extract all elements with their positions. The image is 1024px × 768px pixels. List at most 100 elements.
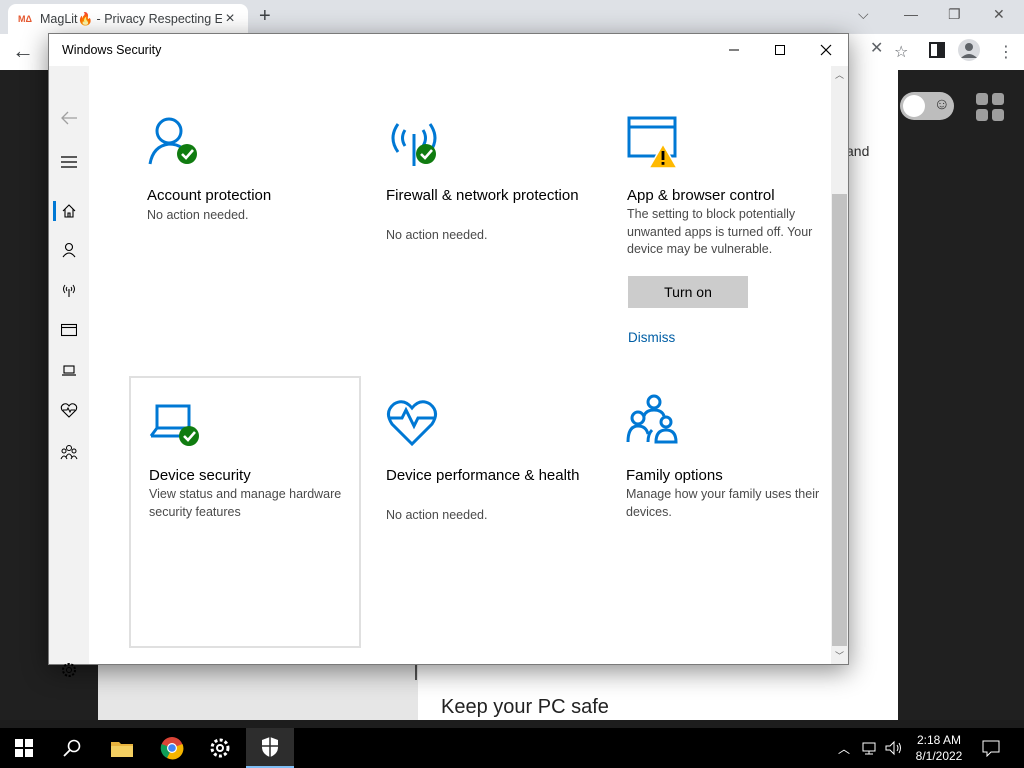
smiley-icon: ☺ <box>933 96 950 113</box>
nav-menu-button[interactable] <box>49 144 89 180</box>
keep-pc-safe-heading: Keep your PC safe <box>441 696 609 718</box>
gear-icon <box>210 738 230 758</box>
nav-device-performance[interactable] <box>49 392 89 428</box>
browser-menu-icon[interactable]: ⋮ <box>998 42 1014 62</box>
chrome-button[interactable] <box>148 728 196 768</box>
tile-title: Firewall & network protection <box>386 187 579 204</box>
gear-icon <box>62 663 76 677</box>
minimize-button[interactable] <box>711 34 757 66</box>
scroll-up-icon[interactable]: ︿ <box>831 66 848 83</box>
security-at-a-glance: Account protection No action needed. Fir… <box>89 66 841 664</box>
maglit-favicon-icon: MΔ <box>18 14 32 24</box>
family-icon <box>60 445 78 460</box>
taskbar: ︿ 2:18 AM 8/1/2022 <box>0 728 1024 768</box>
side-panel-icon[interactable] <box>929 42 945 63</box>
network-icon[interactable] <box>862 728 880 768</box>
tile-device-performance[interactable]: Device performance & health No action ne… <box>368 376 600 648</box>
new-tab-icon[interactable]: + <box>259 5 271 28</box>
browser-minimize-icon[interactable]: — <box>904 6 918 22</box>
nav-account-protection[interactable] <box>49 232 89 268</box>
nav-family-options[interactable] <box>49 434 89 470</box>
tile-app-browser-control[interactable]: App & browser control The setting to blo… <box>609 96 841 368</box>
bookmark-star-icon[interactable]: ☆ <box>894 42 908 62</box>
window-title: Windows Security <box>62 43 162 57</box>
browser-close-icon[interactable]: ✕ <box>993 6 1005 23</box>
folder-icon <box>111 742 133 757</box>
tile-account-protection[interactable]: Account protection No action needed. <box>129 96 361 368</box>
maximize-icon <box>775 45 785 55</box>
apps-grid-icon[interactable] <box>976 93 1004 121</box>
volume-icon[interactable] <box>885 728 903 768</box>
search-icon <box>63 739 81 757</box>
laptop-icon <box>62 365 76 376</box>
start-button[interactable] <box>0 728 48 768</box>
dismiss-link[interactable]: Dismiss <box>628 330 675 345</box>
tile-firewall-network[interactable]: Firewall & network protection No action … <box>368 96 600 368</box>
file-explorer-button[interactable] <box>98 728 146 768</box>
theme-toggle[interactable]: ☺ <box>900 92 954 120</box>
turn-on-button[interactable]: Turn on <box>628 276 748 308</box>
nav-device-security[interactable] <box>49 352 89 388</box>
back-arrow-icon <box>61 111 77 125</box>
clock-date: 8/1/2022 <box>915 749 963 763</box>
app-window-icon <box>61 323 77 337</box>
close-icon <box>820 44 832 56</box>
tile-device-security[interactable]: Device security View status and manage h… <box>129 376 361 648</box>
heart-pulse-icon <box>60 403 78 418</box>
nav-firewall[interactable] <box>49 272 89 308</box>
page-sidebar-block <box>98 664 418 720</box>
nav-sidebar <box>49 66 89 677</box>
tile-desc: No action needed. <box>147 208 249 222</box>
toggle-knob <box>903 95 925 117</box>
device-performance-icon <box>387 400 437 447</box>
settings-button[interactable] <box>196 728 244 768</box>
family-options-icon <box>626 394 678 444</box>
chevron-down-icon[interactable]: ⌵ <box>858 6 869 23</box>
show-hidden-icons[interactable]: ︿ <box>838 728 850 768</box>
tile-desc: The setting to block potentially unwante… <box>627 207 813 256</box>
tile-title: Family options <box>626 467 723 484</box>
scroll-down-icon[interactable]: ﹀ <box>831 647 848 664</box>
nav-back-button[interactable] <box>49 100 89 136</box>
nav-app-browser[interactable] <box>49 312 89 348</box>
browser-tab-bar: MΔ MagLit🔥 - Privacy Respecting Er × + ⌵… <box>0 0 1024 34</box>
shield-icon <box>262 737 278 757</box>
tile-desc: View status and manage hardware security… <box>149 487 342 519</box>
search-button[interactable] <box>48 728 96 768</box>
tile-family-options[interactable]: Family options Manage how your family us… <box>608 376 840 648</box>
windows-security-window: Windows Security Account protection No a… <box>48 33 849 677</box>
profile-avatar-icon[interactable] <box>958 39 980 66</box>
close-banner-icon[interactable]: ✕ <box>870 38 883 58</box>
nav-settings[interactable] <box>49 652 89 688</box>
antenna-icon <box>63 284 75 297</box>
device-security-icon <box>149 404 199 446</box>
maximize-button[interactable] <box>757 34 803 66</box>
tile-title: Device performance & health <box>386 467 580 484</box>
clock-time: 2:18 AM <box>916 733 962 747</box>
windows-security-taskbar-button[interactable] <box>246 728 294 768</box>
content-scrollbar[interactable]: ︿ ﹀ <box>831 66 848 664</box>
tab-close-icon[interactable]: × <box>222 10 238 28</box>
tile-title: App & browser control <box>627 187 775 204</box>
tile-desc: No action needed. <box>386 508 488 522</box>
browser-tab-title: MagLit🔥 - Privacy Respecting Er <box>40 11 222 26</box>
taskbar-clock[interactable]: 2:18 AM 8/1/2022 <box>908 732 970 764</box>
nav-home[interactable] <box>49 193 89 229</box>
person-icon <box>62 242 76 258</box>
browser-restore-icon[interactable]: ❐ <box>948 6 961 23</box>
notifications-icon[interactable] <box>982 728 1000 768</box>
account-protection-icon <box>148 117 197 165</box>
browser-back-icon[interactable]: ← <box>12 38 34 64</box>
app-browser-control-icon <box>627 116 679 169</box>
scrollbar-thumb[interactable] <box>832 194 847 646</box>
firewall-network-icon <box>391 123 437 166</box>
hamburger-icon <box>61 156 77 168</box>
chrome-icon <box>160 737 184 760</box>
tile-title: Account protection <box>147 187 272 204</box>
page-partial-text: and <box>846 143 870 159</box>
tile-desc: No action needed. <box>386 228 488 242</box>
close-button[interactable] <box>803 34 849 66</box>
tile-title: Device security <box>149 467 251 484</box>
browser-tab[interactable]: MΔ MagLit🔥 - Privacy Respecting Er × <box>8 4 248 34</box>
window-titlebar[interactable]: Windows Security <box>49 34 848 66</box>
